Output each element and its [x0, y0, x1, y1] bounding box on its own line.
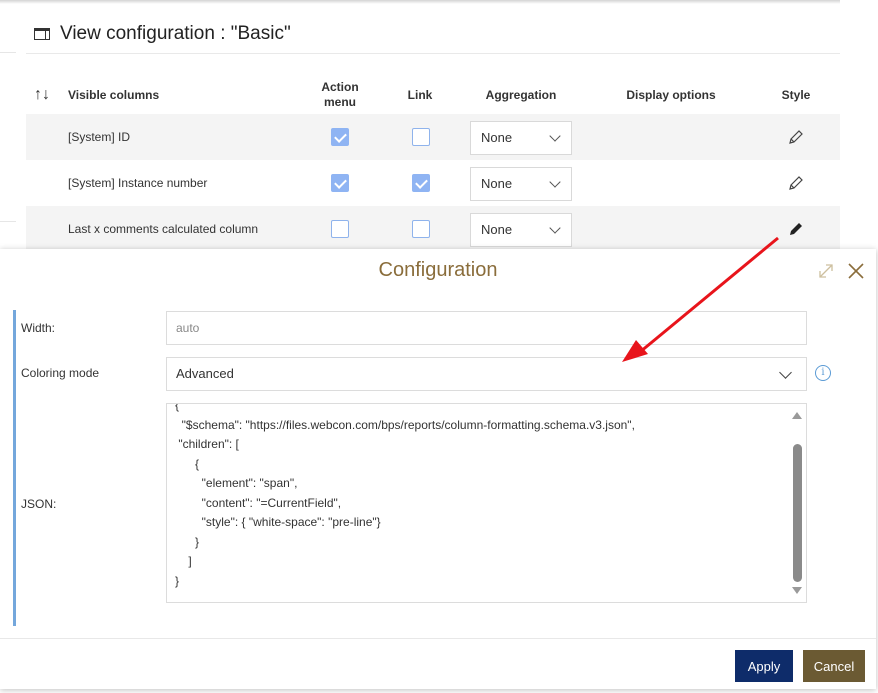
aggregation-select[interactable]: None [470, 167, 572, 201]
json-editor[interactable]: { "$schema": "https://files.webcon.com/b… [166, 403, 807, 603]
divider [0, 221, 16, 222]
json-label: JSON: [21, 497, 57, 511]
close-icon[interactable] [846, 261, 866, 281]
json-line: } [175, 534, 200, 549]
json-line: { [175, 403, 180, 412]
width-input[interactable]: auto [166, 311, 807, 345]
table-row: Last x comments calculated column None [26, 206, 840, 252]
aggregation-select[interactable]: None [470, 213, 572, 247]
header-style: Style [781, 87, 811, 102]
chevron-down-icon [549, 176, 561, 188]
action-menu-checkbox[interactable] [331, 128, 349, 146]
apply-button[interactable]: Apply [735, 650, 793, 682]
page-title: View configuration : "Basic" [60, 22, 291, 44]
chevron-down-icon [549, 222, 561, 234]
aggregation-value: None [481, 222, 513, 237]
json-line: "$schema": "https://files.webcon.com/bps… [175, 417, 635, 432]
coloring-mode-value: Advanced [176, 366, 234, 381]
expand-icon[interactable] [817, 262, 835, 280]
scroll-down-arrow[interactable] [792, 587, 802, 594]
action-menu-checkbox[interactable] [331, 174, 349, 192]
json-line: { [175, 456, 200, 471]
column-name: Last x comments calculated column [68, 222, 259, 236]
divider [0, 52, 16, 53]
json-line: } [175, 573, 180, 588]
action-menu-checkbox[interactable] [331, 220, 349, 238]
column-name: [System] ID [68, 130, 131, 144]
json-line: "element": "span", [175, 476, 298, 490]
coloring-mode-label: Coloring mode [21, 366, 100, 380]
coloring-mode-select[interactable]: Advanced [166, 357, 807, 391]
table-row: [System] ID None [26, 114, 840, 160]
aggregation-value: None [481, 176, 513, 191]
header-visible-columns: Visible columns [68, 87, 160, 102]
aggregation-value: None [481, 130, 513, 145]
header-link: Link [407, 87, 433, 102]
window-icon [34, 27, 50, 40]
edit-style-icon[interactable] [786, 127, 806, 147]
sort-icon[interactable]: ↑↓ [34, 86, 50, 104]
form-section-marker [13, 310, 16, 626]
link-checkbox[interactable] [412, 174, 430, 192]
table-row: [System] Instance number None [26, 160, 840, 206]
header-action-menu: Action menu [321, 80, 359, 109]
link-checkbox[interactable] [412, 220, 430, 238]
header-aggregation: Aggregation [485, 87, 557, 102]
json-line: ] [175, 554, 192, 568]
aggregation-select[interactable]: None [470, 121, 572, 155]
dialog-title: Configuration [378, 259, 498, 281]
json-line: "style": { "white-space": "pre-line"} [175, 515, 381, 529]
grid-header: ↑↓ Visible columns Action menu Link Aggr… [26, 76, 840, 114]
column-name: [System] Instance number [68, 176, 208, 190]
edit-style-icon[interactable] [786, 219, 806, 239]
header-display-options: Display options [626, 87, 716, 102]
chevron-down-icon [549, 130, 561, 142]
json-line: "children": [ [175, 437, 239, 451]
edit-style-icon[interactable] [786, 173, 806, 193]
scroll-up-arrow[interactable] [792, 412, 802, 419]
chevron-down-icon [779, 366, 792, 379]
scrollbar-thumb[interactable] [793, 444, 802, 582]
top-shadow [0, 0, 840, 4]
footer-divider [0, 638, 876, 639]
configuration-dialog: Configuration Width: auto Coloring mode … [0, 249, 876, 689]
cancel-button[interactable]: Cancel [803, 650, 865, 682]
view-config-header: View configuration : "Basic" [26, 14, 840, 54]
width-label: Width: [21, 321, 56, 335]
info-icon[interactable]: i [815, 365, 831, 381]
json-line: "content": "=CurrentField", [175, 495, 342, 510]
link-checkbox[interactable] [412, 128, 430, 146]
